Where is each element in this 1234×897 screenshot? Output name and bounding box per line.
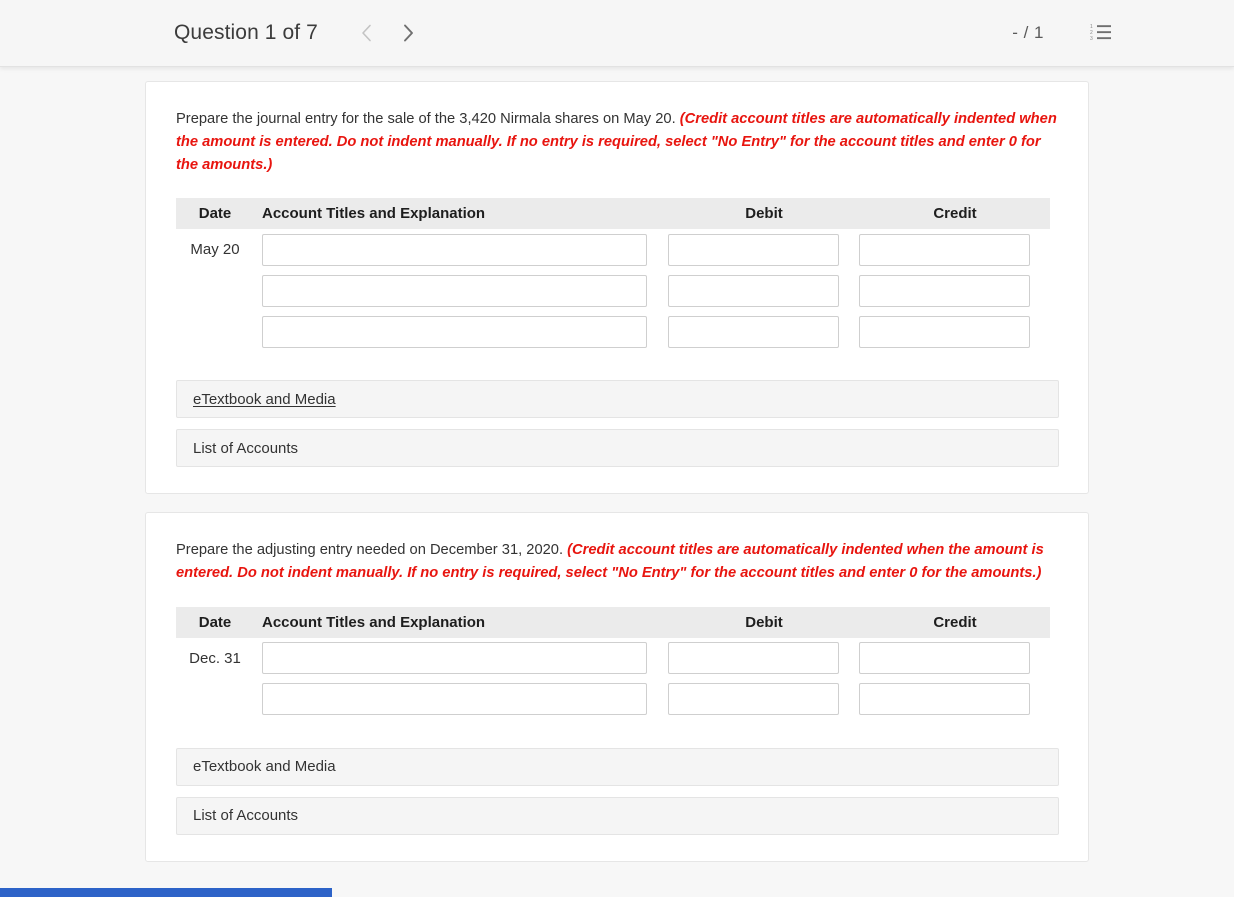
account-title-input[interactable] xyxy=(262,315,647,348)
question-actions: eTextbook and Media List of Accounts xyxy=(176,380,1059,468)
account-title-input[interactable] xyxy=(262,233,647,266)
account-cell xyxy=(254,679,668,720)
account-cell xyxy=(254,311,668,352)
credit-amount-input[interactable] xyxy=(858,683,1030,716)
table-header-row: Date Account Titles and Explanation Debi… xyxy=(176,198,1050,230)
prompt-text: Prepare the adjusting entry needed on De… xyxy=(176,542,568,559)
table-row xyxy=(176,311,1050,352)
list-of-accounts-label: List of Accounts xyxy=(193,439,299,457)
prompt-text: Prepare the journal entry for the sale o… xyxy=(176,111,680,127)
etextbook-and-media-label: eTextbook and Media xyxy=(193,758,336,776)
credit-amount-input[interactable] xyxy=(858,274,1030,307)
question-actions: eTextbook and Media List of Accounts xyxy=(176,747,1059,835)
table-row xyxy=(176,679,1050,720)
question-prompt: Prepare the journal entry for the sale o… xyxy=(176,108,1059,176)
column-header-date: Date xyxy=(176,198,254,230)
credit-cell xyxy=(858,270,1050,311)
numbered-list-icon: 1 2 3 xyxy=(1090,23,1112,44)
column-header-debit: Debit xyxy=(668,606,860,638)
question-list: Prepare the journal entry for the sale o… xyxy=(0,67,1234,862)
column-header-account: Account Titles and Explanation xyxy=(254,606,668,638)
page-title: Question 1 of 7 xyxy=(174,21,318,44)
list-of-accounts-label: List of Accounts xyxy=(193,807,299,825)
header-right-group: - / 1 1 2 3 xyxy=(1012,18,1116,48)
credit-cell xyxy=(858,311,1050,352)
account-cell xyxy=(254,638,668,679)
question-list-button[interactable]: 1 2 3 xyxy=(1086,18,1116,48)
list-of-accounts-button[interactable]: List of Accounts xyxy=(176,796,1059,835)
debit-cell xyxy=(667,311,860,352)
question-navigation xyxy=(346,12,430,54)
list-of-accounts-button[interactable]: List of Accounts xyxy=(176,429,1059,468)
question-prompt: Prepare the adjusting entry needed on De… xyxy=(176,539,1059,585)
debit-cell xyxy=(667,229,860,270)
debit-amount-input[interactable] xyxy=(667,315,839,348)
table-header-row: Date Account Titles and Explanation Debi… xyxy=(176,606,1050,638)
etextbook-and-media-label: eTextbook and Media xyxy=(193,390,336,408)
credit-cell xyxy=(858,229,1050,270)
credit-cell xyxy=(858,638,1050,679)
entry-date: May 20 xyxy=(190,241,240,259)
credit-amount-input[interactable] xyxy=(858,642,1030,675)
entry-date: Dec. 31 xyxy=(189,649,241,667)
chevron-right-icon xyxy=(403,24,414,42)
chevron-left-icon xyxy=(361,24,372,42)
debit-cell xyxy=(667,638,860,679)
account-title-input[interactable] xyxy=(262,642,647,675)
account-cell xyxy=(254,270,668,311)
table-row xyxy=(176,270,1050,311)
table-row: May 20 xyxy=(176,229,1050,270)
account-cell xyxy=(254,229,668,270)
app-header: Question 1 of 7 - / 1 1 2 3 xyxy=(0,0,1234,67)
column-header-credit: Credit xyxy=(860,198,1050,230)
column-header-account: Account Titles and Explanation xyxy=(254,198,668,230)
account-title-input[interactable] xyxy=(262,683,647,716)
previous-question-button[interactable] xyxy=(346,12,388,54)
svg-text:3: 3 xyxy=(1090,36,1093,41)
account-title-input[interactable] xyxy=(262,274,647,307)
credit-amount-input[interactable] xyxy=(858,233,1030,266)
debit-amount-input[interactable] xyxy=(667,642,839,675)
question-card: Prepare the adjusting entry needed on De… xyxy=(145,512,1089,862)
browser-status-bar xyxy=(0,888,332,897)
score-display: - / 1 xyxy=(1012,23,1044,42)
journal-entry-table: Date Account Titles and Explanation Debi… xyxy=(176,198,1050,352)
header-left-group: Question 1 of 7 xyxy=(174,12,430,54)
etextbook-and-media-button[interactable]: eTextbook and Media xyxy=(176,747,1059,786)
credit-cell xyxy=(858,679,1050,720)
credit-amount-input[interactable] xyxy=(858,315,1030,348)
column-header-debit: Debit xyxy=(668,198,860,230)
debit-amount-input[interactable] xyxy=(667,274,839,307)
debit-amount-input[interactable] xyxy=(667,233,839,266)
debit-amount-input[interactable] xyxy=(667,683,839,716)
table-row: Dec. 31 xyxy=(176,638,1050,679)
debit-cell xyxy=(667,679,860,720)
question-card: Prepare the journal entry for the sale o… xyxy=(145,81,1089,495)
column-header-credit: Credit xyxy=(860,606,1050,638)
column-header-date: Date xyxy=(176,606,254,638)
next-question-button[interactable] xyxy=(388,12,430,54)
journal-entry-table: Date Account Titles and Explanation Debi… xyxy=(176,606,1050,720)
etextbook-and-media-button[interactable]: eTextbook and Media xyxy=(176,380,1059,419)
debit-cell xyxy=(667,270,860,311)
